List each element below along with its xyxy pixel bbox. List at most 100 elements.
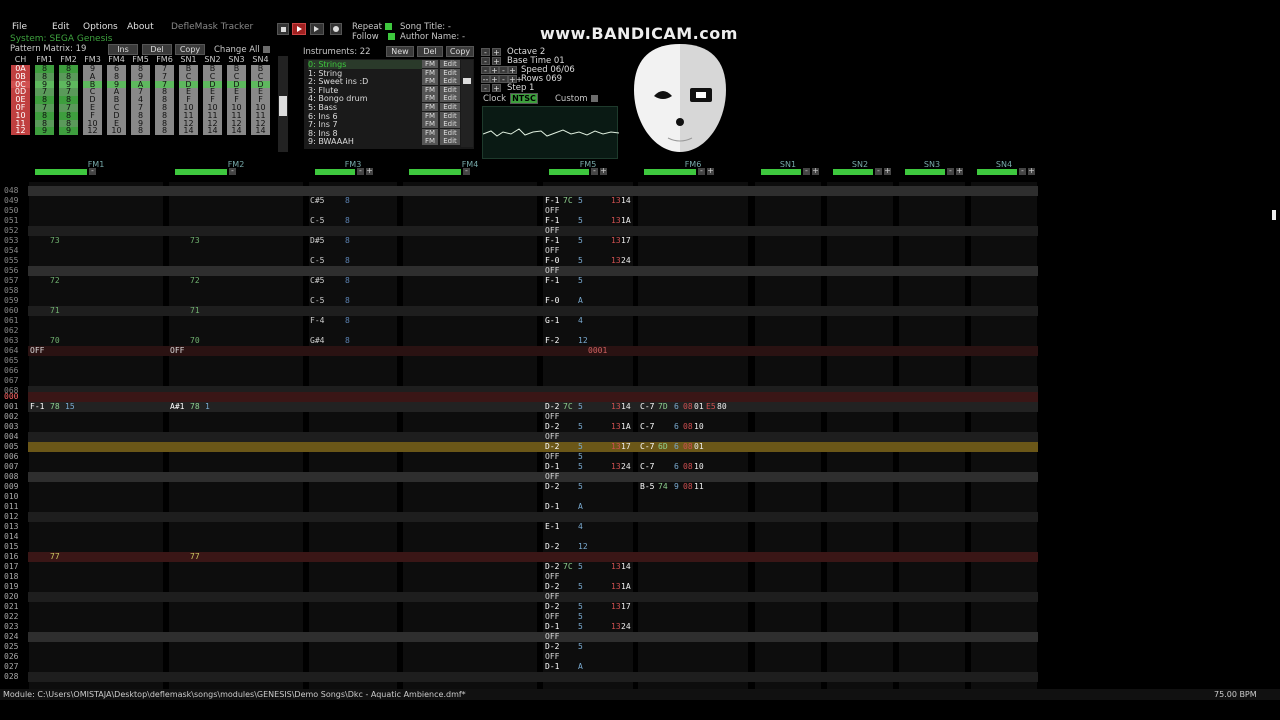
instrument-cell[interactable]: 78 (50, 402, 60, 412)
note-off-cell[interactable]: OFF (170, 346, 184, 356)
effect-value-cell[interactable]: 17 (621, 602, 631, 612)
volume-cell[interactable]: 5 (578, 236, 583, 246)
note-cell[interactable]: OFF (545, 452, 559, 462)
effect-value-cell[interactable]: 80 (717, 402, 727, 412)
channel-collapse-button[interactable]: - (463, 167, 470, 175)
volume-cell[interactable]: 5 (578, 442, 583, 452)
volume-cell[interactable]: 8 (345, 256, 350, 266)
channel-collapse-button[interactable]: - (1019, 167, 1026, 175)
effect-value-cell[interactable]: 01 (694, 402, 704, 412)
note-cell[interactable]: F-1 (30, 402, 44, 412)
volume-cell[interactable]: 5 (578, 582, 583, 592)
volume-cell[interactable]: 5 (578, 462, 583, 472)
note-cell[interactable]: OFF (545, 246, 559, 256)
note-cell[interactable]: OFF (545, 266, 559, 276)
note-cell[interactable]: G-1 (545, 316, 559, 326)
note-cell[interactable]: D-2 (545, 402, 559, 412)
note-cell[interactable]: C#5 (310, 276, 324, 286)
volume-cell[interactable]: A (578, 662, 583, 672)
pattern-scrollbar[interactable] (1272, 210, 1276, 220)
effect-value-cell[interactable]: 14 (621, 196, 631, 206)
note-cell[interactable]: OFF (545, 652, 559, 662)
channel-volume-bar[interactable] (549, 169, 589, 175)
volume-cell[interactable]: 8 (345, 276, 350, 286)
note-cell[interactable]: C-5 (310, 216, 324, 226)
note-cell[interactable]: C-7 (640, 442, 654, 452)
effect-cell[interactable]: 13 (611, 256, 621, 266)
effect-cell[interactable]: 13 (611, 582, 621, 592)
channel-expand-button[interactable]: + (812, 167, 819, 175)
volume-cell[interactable]: 9 (674, 482, 679, 492)
effect-cell[interactable]: 08 (683, 422, 693, 432)
channel-volume-bar[interactable] (905, 169, 945, 175)
note-cell[interactable]: E-1 (545, 522, 559, 532)
channel-volume-bar[interactable] (175, 169, 227, 175)
effect-value-cell[interactable]: 17 (621, 442, 631, 452)
volume-cell[interactable]: 8 (345, 336, 350, 346)
channel-volume-bar[interactable] (409, 169, 461, 175)
note-cell[interactable]: F-1 (545, 276, 559, 286)
note-cell[interactable]: F-4 (310, 316, 324, 326)
volume-cell[interactable]: 5 (578, 276, 583, 286)
effect-cell[interactable]: 13 (611, 442, 621, 452)
volume-cell[interactable]: 5 (578, 256, 583, 266)
volume-cell[interactable]: 71 (190, 306, 200, 316)
note-cell[interactable]: D-2 (545, 562, 559, 572)
volume-cell[interactable]: 15 (65, 402, 75, 412)
effect-cell[interactable]: 13 (611, 236, 621, 246)
effect-value-cell[interactable]: 14 (621, 402, 631, 412)
volume-cell[interactable]: 12 (578, 336, 588, 346)
note-cell[interactable]: C-7 (640, 402, 654, 412)
effect-value-cell[interactable]: 01 (694, 442, 704, 452)
note-cell[interactable]: D-1 (545, 622, 559, 632)
note-cell[interactable]: D-2 (545, 482, 559, 492)
note-cell[interactable]: OFF (545, 206, 559, 216)
channel-expand-button[interactable]: + (884, 167, 891, 175)
channel-volume-bar[interactable] (833, 169, 873, 175)
effect-value-cell[interactable]: 17 (621, 236, 631, 246)
volume-cell[interactable]: A (578, 296, 583, 306)
channel-volume-bar[interactable] (644, 169, 696, 175)
note-cell[interactable]: B-5 (640, 482, 654, 492)
channel-expand-button[interactable]: + (1028, 167, 1035, 175)
note-cell[interactable]: F-1 (545, 216, 559, 226)
note-cell[interactable]: D-1 (545, 462, 559, 472)
channel-collapse-button[interactable]: - (698, 167, 705, 175)
note-cell[interactable]: F-1 (545, 236, 559, 246)
note-cell[interactable]: OFF (545, 432, 559, 442)
channel-expand-button[interactable]: + (956, 167, 963, 175)
effect-cell[interactable]: 13 (611, 622, 621, 632)
note-cell[interactable]: F-0 (545, 296, 559, 306)
channel-volume-bar[interactable] (315, 169, 355, 175)
volume-cell[interactable]: 73 (190, 236, 200, 246)
effect-cell[interactable]: 13 (611, 602, 621, 612)
effect-cell[interactable]: 13 (611, 422, 621, 432)
note-cell[interactable]: OFF (545, 632, 559, 642)
channel-collapse-button[interactable]: - (875, 167, 882, 175)
effect-value-cell[interactable]: 10 (694, 462, 704, 472)
effect-cell[interactable]: 08 (683, 482, 693, 492)
channel-expand-button[interactable]: + (366, 167, 373, 175)
instrument-cell[interactable]: 7D (658, 402, 668, 412)
channel-expand-button[interactable]: + (707, 167, 714, 175)
volume-cell[interactable]: 5 (578, 622, 583, 632)
volume-cell[interactable]: 8 (345, 236, 350, 246)
effect-cell[interactable]: E5 (706, 402, 716, 412)
channel-collapse-button[interactable]: - (357, 167, 364, 175)
instrument-cell[interactable]: 7C (563, 196, 573, 206)
volume-cell[interactable]: 5 (578, 602, 583, 612)
instrument-cell[interactable]: 78 (190, 402, 200, 412)
note-cell[interactable]: D-2 (545, 582, 559, 592)
volume-cell[interactable]: 70 (190, 336, 200, 346)
note-cell[interactable]: D-2 (545, 442, 559, 452)
note-cell[interactable]: D-1 (545, 502, 559, 512)
effect-value-cell[interactable]: 24 (621, 622, 631, 632)
effect-cell[interactable]: 13 (611, 196, 621, 206)
volume-cell[interactable]: 5 (578, 452, 583, 462)
note-cell[interactable]: F-2 (545, 336, 559, 346)
note-cell[interactable]: D-2 (545, 422, 559, 432)
note-cell[interactable]: OFF (545, 226, 559, 236)
note-cell[interactable]: OFF (545, 592, 559, 602)
note-cell[interactable]: OFF (545, 572, 559, 582)
volume-cell[interactable]: 77 (190, 552, 200, 562)
